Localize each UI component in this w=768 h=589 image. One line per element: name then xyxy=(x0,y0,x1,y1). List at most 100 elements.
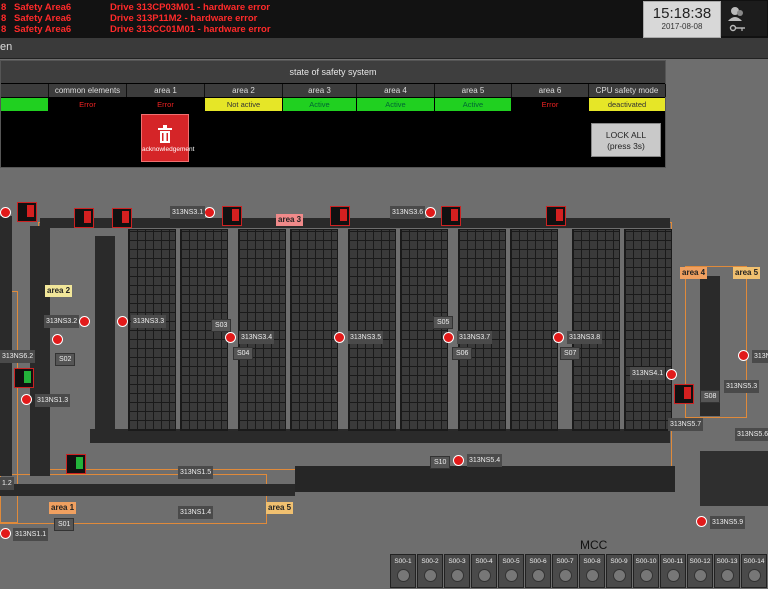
mcc-button-label: S00-8 xyxy=(583,558,601,565)
safety-lock-icon[interactable] xyxy=(674,384,694,404)
safety-lock-icon[interactable] xyxy=(17,202,37,222)
switch-tag[interactable]: S10 xyxy=(430,456,451,469)
alarm-number: 8 xyxy=(1,2,7,13)
status-indicator-icon xyxy=(747,569,761,582)
mcc-button-label: S00-13 xyxy=(716,558,738,565)
clock-date: 2017-08-08 xyxy=(661,22,703,31)
safety-lock-icon[interactable] xyxy=(546,206,566,226)
storage-rack xyxy=(510,229,558,431)
emergency-stop-icon[interactable] xyxy=(334,332,345,343)
mcc-button[interactable]: S00-13 xyxy=(714,554,740,588)
mcc-button-label: S00-6 xyxy=(529,558,547,565)
station-label: 313NS4.1 xyxy=(630,367,666,380)
conveyor xyxy=(0,484,295,496)
alarm-row[interactable]: 8 Safety Area6 Drive 313P11M2 - hardware… xyxy=(0,13,640,24)
emergency-stop-icon[interactable] xyxy=(425,207,436,218)
emergency-stop-icon[interactable] xyxy=(204,207,215,218)
safety-unlock-icon[interactable] xyxy=(66,454,86,474)
safety-lock-icon[interactable] xyxy=(330,206,350,226)
emergency-stop-icon[interactable] xyxy=(225,332,236,343)
mcc-button-bar: S00-1 S00-2 S00-3 S00-4 S00-5 S00-6 S00-… xyxy=(388,554,768,589)
mcc-button[interactable]: S00-11 xyxy=(660,554,686,588)
user-login-button[interactable] xyxy=(721,1,767,36)
safety-panel: state of safety system common elements a… xyxy=(0,60,666,168)
emergency-stop-icon[interactable] xyxy=(0,207,11,218)
alarm-area: Safety Area6 xyxy=(14,13,72,24)
emergency-stop-icon[interactable] xyxy=(21,394,32,405)
safety-lock-icon[interactable] xyxy=(74,208,94,228)
status-indicator-icon xyxy=(693,569,707,582)
emergency-stop-icon[interactable] xyxy=(117,316,128,327)
mcc-button[interactable]: S00-1 xyxy=(390,554,416,588)
station-label: 313NS6.2 xyxy=(0,350,36,363)
switch-tag[interactable]: S05 xyxy=(433,316,454,329)
alarm-row[interactable]: 8 Safety Area6 Drive 313CP03M01 - hardwa… xyxy=(0,2,640,13)
area-4-label: area 4 xyxy=(680,267,708,279)
station-label: 313NS5.6 xyxy=(735,428,768,441)
switch-tag[interactable]: S06 xyxy=(452,347,473,360)
station-label: 313NS2 xyxy=(752,350,768,363)
storage-rack xyxy=(624,229,672,431)
switch-tag[interactable]: S07 xyxy=(560,347,581,360)
emergency-stop-icon[interactable] xyxy=(52,334,63,345)
state-cell-area1: Error xyxy=(127,98,204,111)
mcc-button[interactable]: S00-4 xyxy=(471,554,497,588)
conveyor xyxy=(90,429,670,443)
column-header xyxy=(1,84,49,97)
alarm-area: Safety Area6 xyxy=(14,24,72,35)
emergency-stop-icon[interactable] xyxy=(696,516,707,527)
switch-tag[interactable]: S02 xyxy=(55,353,76,366)
lock-all-hint: (press 3s) xyxy=(607,141,645,151)
mcc-button[interactable]: S00-7 xyxy=(552,554,578,588)
mcc-button[interactable]: S00-10 xyxy=(633,554,659,588)
alarm-row[interactable]: 8 Safety Area6 Drive 313CC01M01 - hardwa… xyxy=(0,24,640,35)
emergency-stop-icon[interactable] xyxy=(79,316,90,327)
station-label: 313NS3.8 xyxy=(567,331,603,344)
mcc-button-label: S00-4 xyxy=(475,558,493,565)
state-cell-area3: Active xyxy=(283,98,356,111)
mcc-button[interactable]: S00-14 xyxy=(741,554,767,588)
switch-tag[interactable]: S08 xyxy=(700,390,721,403)
mcc-button-label: S00-12 xyxy=(689,558,711,565)
status-indicator-icon xyxy=(612,569,626,582)
column-header-area6: area 6 xyxy=(512,84,589,97)
alarm-number: 8 xyxy=(1,13,7,24)
switch-tag[interactable]: S01 xyxy=(54,518,75,531)
switch-tag[interactable]: S04 xyxy=(233,347,254,360)
mcc-button[interactable]: S00-6 xyxy=(525,554,551,588)
safety-lock-icon[interactable] xyxy=(112,208,132,228)
screen-title: en xyxy=(0,41,13,53)
mcc-button[interactable]: S00-5 xyxy=(498,554,524,588)
switch-tag[interactable]: S03 xyxy=(211,319,232,332)
area-2-label: area 2 xyxy=(45,285,73,297)
alarm-area: Safety Area6 xyxy=(14,2,72,13)
emergency-stop-icon[interactable] xyxy=(453,455,464,466)
mcc-button-label: S00-11 xyxy=(662,558,684,565)
mcc-button[interactable]: S00-3 xyxy=(444,554,470,588)
acknowledgement-button[interactable]: acknowledgement xyxy=(141,114,194,162)
safety-unlock-icon[interactable] xyxy=(14,368,34,388)
column-header-area2: area 2 xyxy=(205,84,283,97)
safety-lock-icon[interactable] xyxy=(441,206,461,226)
station-label: 313NS1.5 xyxy=(178,466,214,479)
lock-all-button[interactable]: LOCK ALL (press 3s) xyxy=(591,123,661,157)
mcc-button[interactable]: S00-12 xyxy=(687,554,713,588)
emergency-stop-icon[interactable] xyxy=(443,332,454,343)
emergency-stop-icon[interactable] xyxy=(738,350,749,361)
station-label: 313NS3.3 xyxy=(131,315,167,328)
alarm-list[interactable]: 8 Safety Area6 Drive 313CP03M01 - hardwa… xyxy=(0,0,641,38)
safety-lock-icon[interactable] xyxy=(222,206,242,226)
mcc-button[interactable]: S00-2 xyxy=(417,554,443,588)
emergency-stop-icon[interactable] xyxy=(0,528,11,539)
column-header-area4: area 4 xyxy=(357,84,435,97)
mcc-button[interactable]: S00-8 xyxy=(579,554,605,588)
mcc-button[interactable]: S00-9 xyxy=(606,554,632,588)
emergency-stop-icon[interactable] xyxy=(553,332,564,343)
alarm-message: Drive 313P11M2 - hardware error xyxy=(110,13,258,24)
emergency-stop-icon[interactable] xyxy=(666,369,677,380)
mcc-button-label: S00-5 xyxy=(502,558,520,565)
area-1-label: area 1 xyxy=(49,502,77,514)
clock-time: 15:18:38 xyxy=(652,5,712,22)
area-3-label: area 3 xyxy=(276,214,304,226)
mcc-button-label: S00-1 xyxy=(394,558,412,565)
